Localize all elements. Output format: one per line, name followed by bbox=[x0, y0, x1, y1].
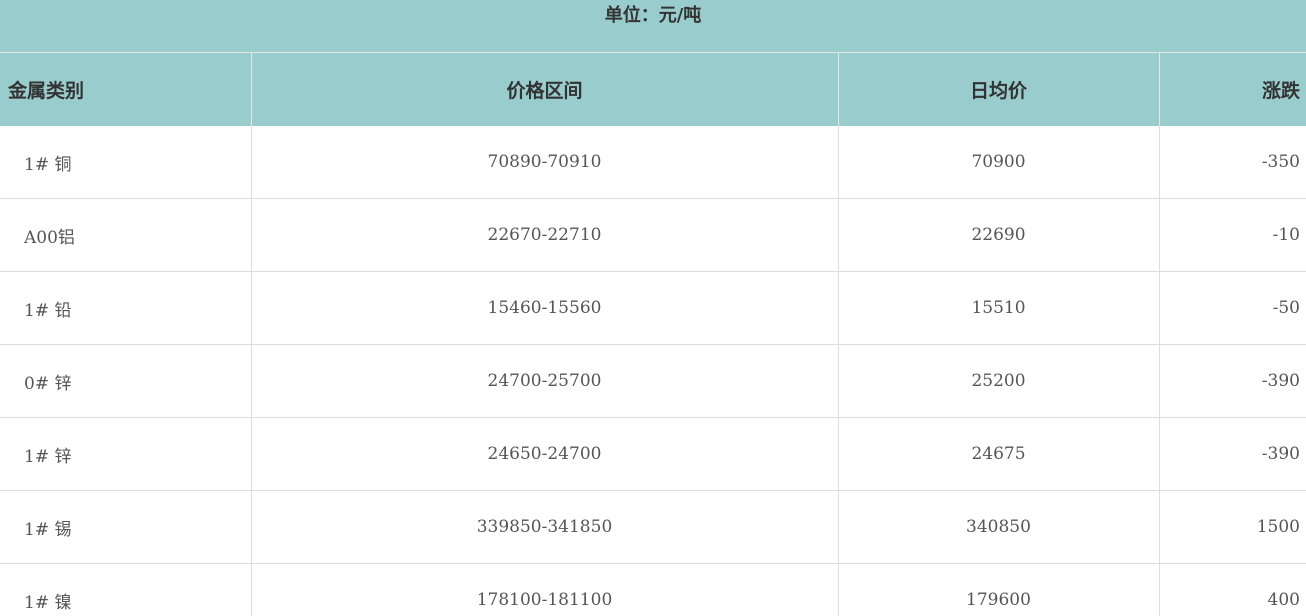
cell-price-range: 178100-181100 bbox=[250, 563, 838, 616]
cell-metal: 1# 镍 bbox=[0, 563, 251, 616]
cell-price-range: 24650-24700 bbox=[250, 417, 838, 491]
cell-price-range: 24700-25700 bbox=[250, 344, 838, 418]
cell-daily-average: 15510 bbox=[837, 271, 1159, 345]
table-row: 1# 铅 15460-15560 15510 -50 bbox=[0, 271, 1306, 345]
metal-price-table: 金属类别 价格区间 日均价 涨跌 1# 铜 70890-70910 70900 … bbox=[0, 52, 1306, 616]
table-row: 1# 锡 339850-341850 340850 1500 bbox=[0, 490, 1306, 564]
cell-metal: 1# 锌 bbox=[0, 417, 251, 491]
table-row: 0# 锌 24700-25700 25200 -390 bbox=[0, 344, 1306, 418]
cell-daily-average: 340850 bbox=[837, 490, 1159, 564]
cell-change: -390 bbox=[1158, 417, 1306, 491]
cell-change: -390 bbox=[1158, 344, 1306, 418]
header-metal-category: 金属类别 bbox=[0, 52, 251, 126]
cell-metal: 0# 锌 bbox=[0, 344, 251, 418]
cell-daily-average: 179600 bbox=[837, 563, 1159, 616]
cell-metal: 1# 铜 bbox=[0, 126, 251, 199]
table-header-row: 金属类别 价格区间 日均价 涨跌 bbox=[0, 52, 1306, 126]
cell-price-range: 70890-70910 bbox=[250, 126, 838, 199]
header-price-range: 价格区间 bbox=[250, 52, 838, 126]
price-table-page: 单位：元/吨 金属类别 价格区间 日均价 涨跌 1# 铜 70890-70910… bbox=[0, 0, 1306, 616]
cell-change: -10 bbox=[1158, 198, 1306, 272]
cell-metal: 1# 铅 bbox=[0, 271, 251, 345]
cell-daily-average: 24675 bbox=[837, 417, 1159, 491]
header-daily-average: 日均价 bbox=[837, 52, 1159, 126]
cell-daily-average: 70900 bbox=[837, 126, 1159, 199]
cell-change: -350 bbox=[1158, 126, 1306, 199]
table-row: 1# 铜 70890-70910 70900 -350 bbox=[0, 126, 1306, 199]
cell-price-range: 15460-15560 bbox=[250, 271, 838, 345]
cell-change: 1500 bbox=[1158, 490, 1306, 564]
table-row: A00铝 22670-22710 22690 -10 bbox=[0, 198, 1306, 272]
header-change: 涨跌 bbox=[1158, 52, 1306, 126]
table-row: 1# 镍 178100-181100 179600 400 bbox=[0, 563, 1306, 616]
table-row: 1# 锌 24650-24700 24675 -390 bbox=[0, 417, 1306, 491]
cell-metal: A00铝 bbox=[0, 198, 251, 272]
cell-change: 400 bbox=[1158, 563, 1306, 616]
cell-change: -50 bbox=[1158, 271, 1306, 345]
unit-label: 单位：元/吨 bbox=[0, 0, 1306, 52]
cell-price-range: 339850-341850 bbox=[250, 490, 838, 564]
cell-daily-average: 22690 bbox=[837, 198, 1159, 272]
cell-daily-average: 25200 bbox=[837, 344, 1159, 418]
cell-metal: 1# 锡 bbox=[0, 490, 251, 564]
cell-price-range: 22670-22710 bbox=[250, 198, 838, 272]
